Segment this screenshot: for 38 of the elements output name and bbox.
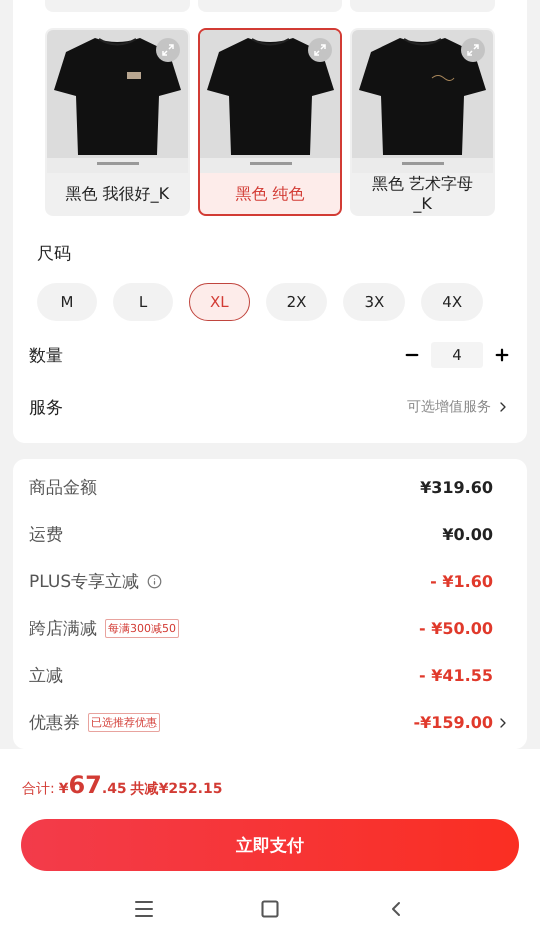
quantity-label: 数量 (29, 344, 63, 366)
summary-amount: - ¥50.00 (419, 619, 493, 638)
saved-amount: 共减¥252.15 (130, 780, 222, 798)
service-hint[interactable]: 可选增值服务 (407, 398, 491, 416)
total-label: 合计: (22, 780, 55, 798)
size-title: 尺码 (37, 243, 72, 265)
summary-label: 优惠券 (29, 712, 80, 734)
size-option[interactable]: XL (189, 283, 250, 321)
quantity-field[interactable]: 4 (431, 342, 483, 368)
color-option[interactable]: 黑色 我很好_K (45, 28, 190, 216)
size-option[interactable]: L (113, 283, 173, 321)
summary-label: PLUS专享立减 (29, 571, 140, 593)
summary-amount: - ¥41.55 (419, 666, 493, 685)
size-option[interactable]: M (37, 283, 97, 321)
summary-amount: - ¥1.60 (430, 572, 493, 591)
summary-label: 商品金额 (29, 477, 97, 499)
total-amount: ¥67.45 (58, 771, 127, 799)
size-option[interactable]: 2X (266, 283, 328, 321)
summary-label: 运费 (29, 524, 63, 546)
summary-amount: -¥159.00 (413, 713, 493, 732)
plus-icon[interactable] (493, 346, 511, 364)
summary-label: 跨店满减 (29, 618, 97, 640)
color-label: 黑色 我很好_K (64, 182, 170, 205)
summary-amount: ¥319.60 (420, 478, 493, 497)
summary-amount: ¥0.00 (442, 525, 493, 544)
color-option[interactable]: 黑色 纯色 (198, 28, 342, 216)
promo-tag: 已选推荐优惠 (88, 713, 160, 732)
size-option[interactable]: 3X (343, 283, 406, 321)
home-icon[interactable] (260, 899, 280, 919)
color-label: 黑色 纯色 (234, 182, 306, 204)
pay-button[interactable]: 立即支付 (21, 819, 519, 871)
promo-tag: 每满300减50 (105, 619, 179, 638)
color-option[interactable]: 黑色 艺术字母_K (350, 28, 496, 216)
summary-label: 立减 (29, 665, 63, 687)
color-label: 黑色 艺术字母_K (371, 173, 474, 214)
info-icon[interactable] (147, 574, 162, 589)
size-option[interactable]: 4X (421, 283, 484, 321)
service-label: 服务 (29, 396, 63, 418)
